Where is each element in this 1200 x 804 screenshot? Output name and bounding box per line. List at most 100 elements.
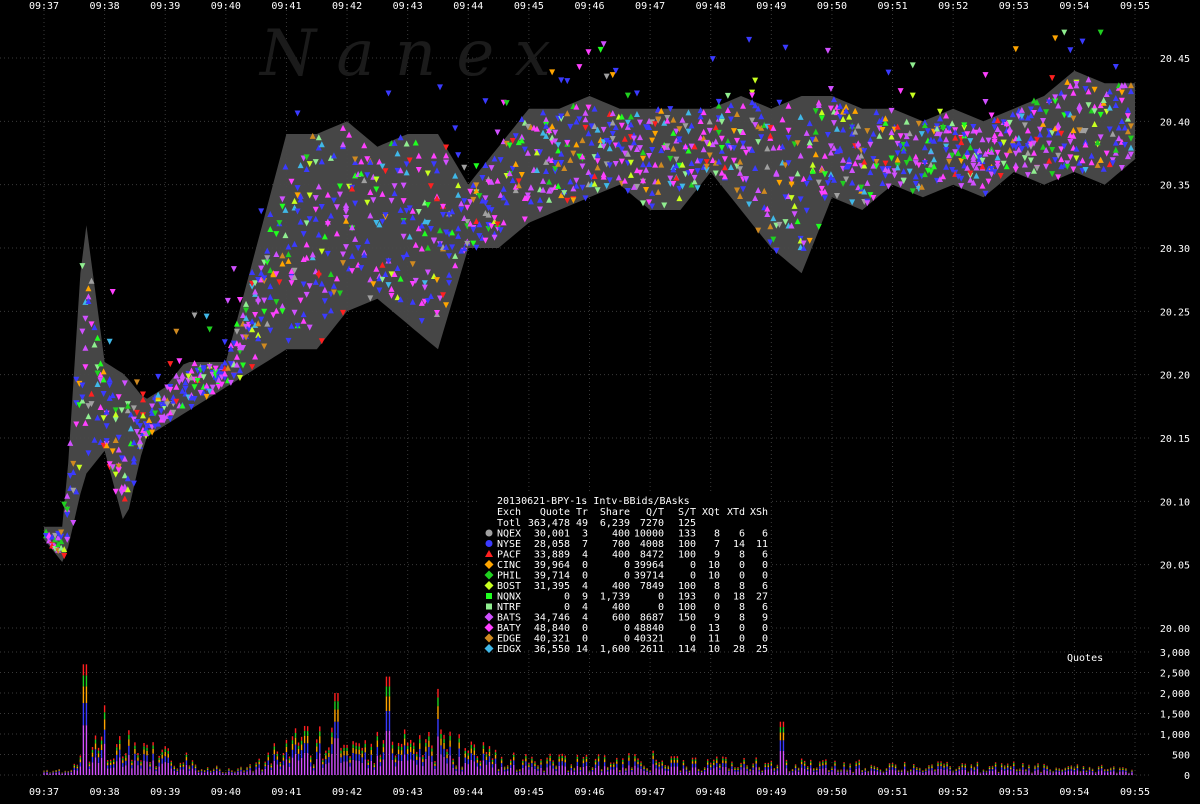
volume-bar [1016,771,1017,772]
volume-bar [195,768,196,770]
volume-bar [116,744,117,747]
volume-bar [477,767,478,775]
stats-cell: 28,058 [534,539,570,550]
volume-bar [101,737,102,741]
volume-bar [925,771,926,772]
volume-bar [425,752,426,759]
volume-bar [498,770,499,771]
volume-bar [462,767,463,768]
volume-bar [365,747,366,752]
volume-bar [804,764,805,766]
volume-bar [577,766,578,775]
volume-bar [143,754,144,760]
volume-bar [680,773,681,775]
volume-bar [874,769,875,771]
volume-bar [149,763,150,764]
volume-bar [555,769,556,771]
stats-cell: 10000 [634,529,664,540]
volume-bar [274,761,275,775]
volume-bar [158,760,159,763]
volume-bar [613,764,614,765]
volume-bar [719,770,720,775]
volume-bar [525,766,526,775]
volume-bar [262,769,263,770]
volume-bar [534,763,535,764]
volume-bar [849,766,850,768]
volume-bar [686,769,687,771]
volume-bar [810,760,811,762]
volume-bar [522,761,523,763]
volume-bar [349,763,350,767]
volume-bar [913,765,914,766]
volume-bar [58,770,59,771]
volume-bar [752,763,753,764]
volume-bar [904,766,905,769]
stats-cell: 0 [762,634,768,645]
volume-bar [246,771,247,775]
volume-bar [565,758,566,760]
volume-bar [161,752,162,755]
volume-bar [513,757,514,760]
stats-cell: 0 [582,571,588,582]
volume-bar [801,762,802,764]
volume-bar [1104,769,1105,770]
volume-bar [43,772,44,773]
volume-bar [292,750,293,758]
volume-bar [780,740,781,751]
volume-bar [352,760,353,775]
volume-bar [1022,764,1023,765]
volume-bar [1016,772,1017,775]
volume-bar [952,773,953,775]
volume-bar [565,762,566,766]
volume-bar [586,759,587,762]
volume-bar [289,758,290,760]
volume-bar [398,743,399,746]
volume-bar [822,765,823,768]
volume-bar [134,760,135,775]
volume-bar [271,766,272,768]
volume-bar [371,755,372,761]
volume-bar [931,764,932,765]
volume-bar [319,731,320,736]
volume-bar [349,760,350,763]
volume-bar [322,762,323,764]
volume-bar [819,769,820,775]
volume-bar [1016,770,1017,771]
volume-bar [395,755,396,757]
volume-bar [401,755,402,761]
stats-row-marker [486,540,493,547]
volume-bar [237,770,238,771]
volume-bar [822,763,823,765]
volume-bar [977,764,978,766]
volume-bar [1010,771,1011,775]
volume-bar [137,761,138,765]
volume-bar [549,754,550,756]
stats-cell: 0 [714,592,720,603]
volume-bar [234,773,235,774]
volume-bar [1059,768,1060,769]
stats-cell: 39714 [634,571,664,582]
volume-bar [213,772,214,775]
volume-bar [1025,770,1026,771]
volume-bar [771,769,772,775]
volume-bar [137,765,138,775]
x-tick-label-top: 09:45 [514,1,544,12]
volume-bar [443,743,444,749]
volume-bar [398,754,399,760]
volume-bar [307,743,308,753]
volume-bar [637,768,638,775]
volume-bar [665,765,666,766]
volume-bar [1062,769,1063,770]
volume-bar [816,772,817,775]
volume-bar [1013,769,1014,775]
volume-bar [1125,769,1126,770]
volume-bar [428,732,429,736]
volume-bar [519,772,520,775]
volume-bar [707,765,708,768]
volume-bar [628,765,629,775]
volume-bar [392,760,393,775]
volume-bar [765,770,766,775]
volume-bar [692,767,693,775]
volume-bar [977,762,978,763]
volume-bar [389,731,390,775]
